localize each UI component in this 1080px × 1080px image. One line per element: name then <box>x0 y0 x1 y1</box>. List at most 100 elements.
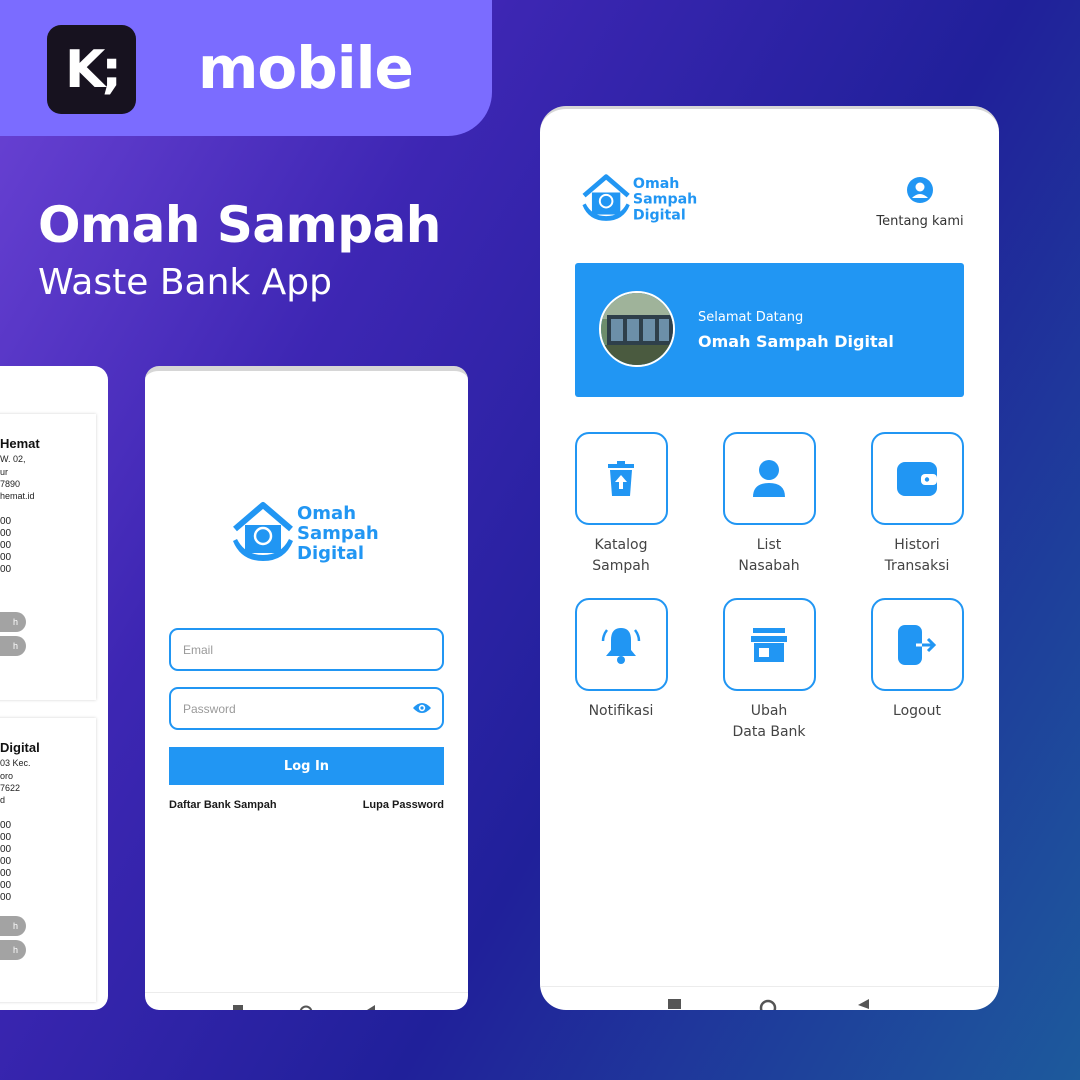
tile-label-line: Nasabah <box>738 558 800 574</box>
back-icon[interactable] <box>856 999 870 1009</box>
bank-card-value: 00 <box>0 880 12 891</box>
bank-card-value: 00 <box>0 868 12 879</box>
welcome-title: Omah Sampah Digital <box>698 332 894 351</box>
home-icon[interactable] <box>299 1005 313 1010</box>
home-icon[interactable] <box>759 999 777 1010</box>
trash-upload-icon <box>608 460 634 496</box>
bank-card-action-button[interactable]: h <box>0 940 26 960</box>
tile-label-line: Katalog <box>594 537 648 553</box>
tile-list-nasabah[interactable]: List Nasabah <box>694 432 844 577</box>
tile-katalog-sampah[interactable]: Katalog Sampah <box>546 432 696 577</box>
tile-label-line: Notifikasi <box>588 703 654 719</box>
bank-card-phone: 7890 <box>0 479 21 489</box>
bank-card-action-button[interactable]: h <box>0 916 26 936</box>
bank-card[interactable]: Digital 03 Kec. oro 7622 d 00 00 00 00 0… <box>0 718 96 1002</box>
bank-card-value: 00 <box>0 856 12 867</box>
bank-card-action-button[interactable]: h <box>0 612 26 632</box>
tile-label-line: Data Bank <box>732 724 806 740</box>
tile-icon-box[interactable] <box>870 598 964 691</box>
wallet-icon <box>897 461 937 496</box>
tile-notifikasi[interactable]: Notifikasi <box>546 598 696 722</box>
app-logo: Omah Sampah Digital <box>580 172 700 228</box>
about-us-label: Tentang kami <box>876 214 964 229</box>
user-icon <box>753 459 785 497</box>
logo-text-line: Sampah <box>633 192 697 208</box>
hero-subtitle: Waste Bank App <box>38 262 333 303</box>
tile-label: Katalog Sampah <box>546 535 696 577</box>
tile-label-line: Histori <box>894 537 940 553</box>
tile-logout[interactable]: Logout <box>842 598 992 722</box>
email-field[interactable] <box>169 628 444 671</box>
bank-card-title: Hemat <box>0 436 40 451</box>
system-nav-bar <box>540 986 999 1010</box>
dashboard-screen: Omah Sampah Digital Tentang kami Selamat… <box>540 106 999 1010</box>
tile-icon-box[interactable] <box>870 432 964 525</box>
bank-card-phone: 7622 <box>0 783 21 793</box>
house-recycle-logo-icon: Omah Sampah Digital <box>582 174 697 223</box>
tile-label-line: List <box>756 537 782 553</box>
logo-text-line: Digital <box>633 207 686 223</box>
password-input[interactable] <box>183 689 403 728</box>
brand-banner: K; mobile <box>0 0 492 136</box>
bank-card-address: 03 Kec. <box>0 758 31 768</box>
bank-card-value: 00 <box>0 844 12 855</box>
tile-ubah-data-bank[interactable]: Ubah Data Bank <box>694 598 844 743</box>
tile-icon-box[interactable] <box>722 432 816 525</box>
tile-icon-box[interactable] <box>574 598 668 691</box>
logo-text-line: Digital <box>297 543 364 564</box>
bank-card-action-button[interactable]: h <box>0 636 26 656</box>
bank-photo <box>599 291 675 367</box>
bank-card-value: 00 <box>0 528 12 539</box>
email-input[interactable] <box>183 630 403 669</box>
bank-card-address: W. 02, <box>0 454 26 464</box>
back-icon[interactable] <box>365 1005 377 1010</box>
tile-histori-transaksi[interactable]: Histori Transaksi <box>842 432 992 577</box>
password-field[interactable] <box>169 687 444 730</box>
tile-label: Logout <box>842 701 992 722</box>
eye-icon[interactable] <box>412 700 432 716</box>
tile-label-line: Transaksi <box>884 558 950 574</box>
logo-text-line: Omah <box>297 503 356 524</box>
bank-card-value: 00 <box>0 540 12 551</box>
recent-apps-icon[interactable] <box>233 1005 245 1010</box>
bank-card-city: oro <box>0 771 14 781</box>
welcome-banner: Selamat Datang Omah Sampah Digital <box>575 263 964 397</box>
tile-label: List Nasabah <box>694 535 844 577</box>
about-us-button[interactable]: Tentang kami <box>870 176 970 229</box>
register-link[interactable]: Daftar Bank Sampah <box>169 799 277 811</box>
tile-label: Histori Transaksi <box>842 535 992 577</box>
bank-list-screen: Hemat W. 02, ur 7890 hemat.id 00 00 00 0… <box>0 366 108 1010</box>
app-logo: Omah Sampah Digital <box>231 499 381 569</box>
login-screen: Omah Sampah Digital Log In Daftar Bank S… <box>145 366 468 1010</box>
tile-label-line: Ubah <box>750 703 788 719</box>
bank-building-image-icon <box>601 293 673 365</box>
bank-card-value: 00 <box>0 564 12 575</box>
bank-card-email: d <box>0 795 6 805</box>
tile-icon-box[interactable] <box>722 598 816 691</box>
account-circle-icon <box>907 177 933 203</box>
logo-text-line: Sampah <box>297 523 379 544</box>
system-nav-bar <box>145 992 468 1010</box>
bank-card-email: hemat.id <box>0 491 35 501</box>
bank-card-value: 00 <box>0 516 12 527</box>
tile-label-line: Sampah <box>592 558 650 574</box>
login-button[interactable]: Log In <box>169 747 444 785</box>
brand-logo: K; <box>47 25 136 114</box>
recent-apps-icon[interactable] <box>668 999 682 1009</box>
logout-icon <box>898 624 937 665</box>
bell-icon <box>601 627 641 664</box>
welcome-greeting: Selamat Datang <box>698 310 804 325</box>
house-recycle-logo-icon: Omah Sampah Digital <box>233 502 379 564</box>
tile-label: Notifikasi <box>546 701 696 722</box>
store-icon <box>751 627 787 662</box>
bank-card-value: 00 <box>0 820 12 831</box>
tile-icon-box[interactable] <box>574 432 668 525</box>
forgot-password-link[interactable]: Lupa Password <box>363 799 444 811</box>
bank-card[interactable]: Hemat W. 02, ur 7890 hemat.id 00 00 00 0… <box>0 414 96 700</box>
tile-label-line: Logout <box>893 703 941 719</box>
bank-card-value: 00 <box>0 832 12 843</box>
hero-title: Omah Sampah <box>38 196 441 254</box>
brand-wordmark: mobile <box>198 34 414 102</box>
bank-card-value: 00 <box>0 552 12 563</box>
tile-label: Ubah Data Bank <box>694 701 844 743</box>
